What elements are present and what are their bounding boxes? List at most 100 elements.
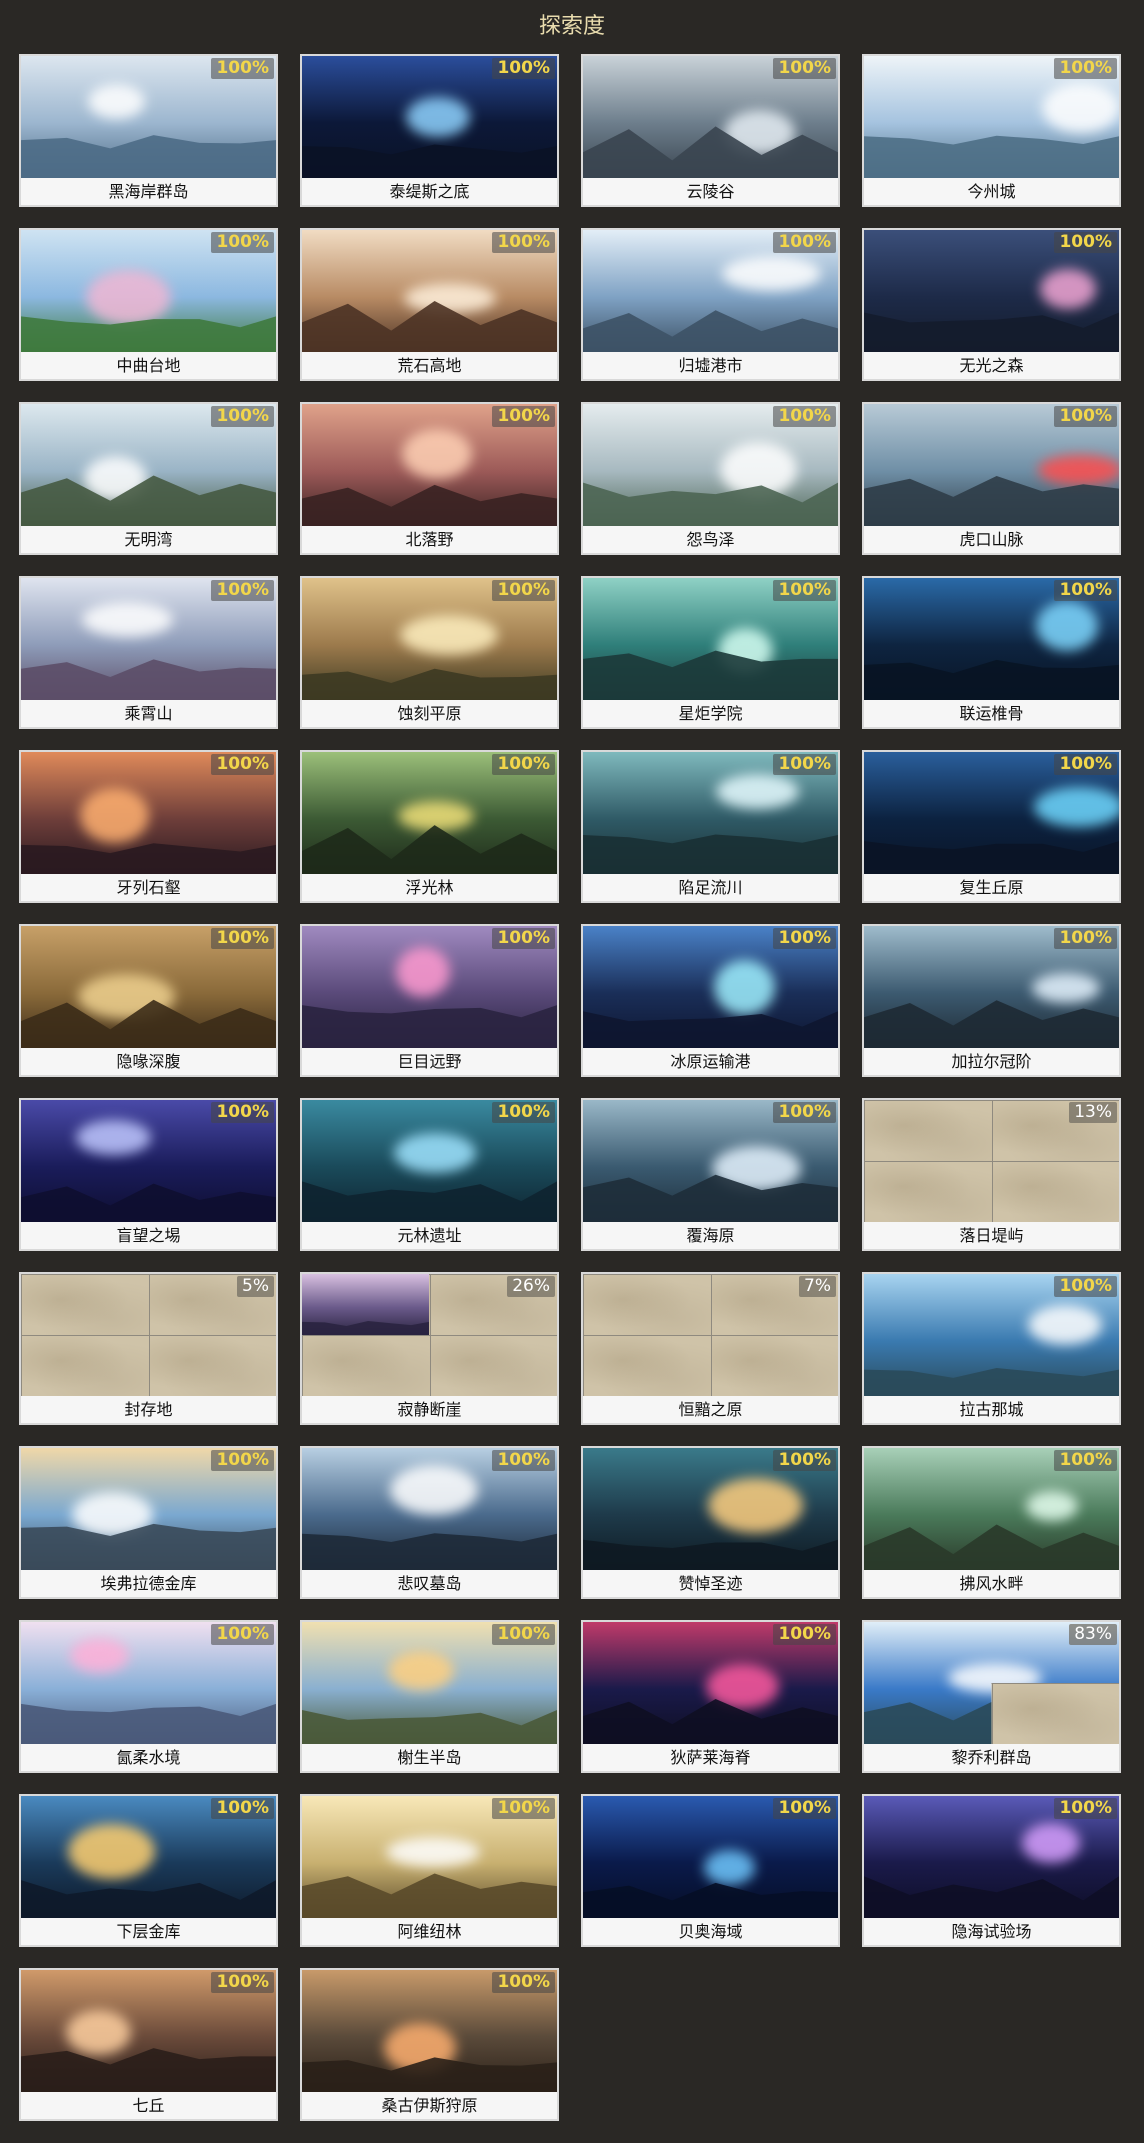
region-name: 复生丘原: [864, 874, 1119, 901]
region-name: 荒石高地: [302, 352, 557, 379]
region-card[interactable]: 100% 贝奥海域: [581, 1794, 840, 1947]
region-card[interactable]: 83% 黎乔利群岛: [862, 1620, 1121, 1773]
region-card[interactable]: 7% 恒黯之原: [581, 1272, 840, 1425]
region-name: 封存地: [21, 1396, 276, 1423]
region-card[interactable]: 100% 拉古那城: [862, 1272, 1121, 1425]
region-card[interactable]: 100% 泰缇斯之底: [300, 54, 559, 207]
region-thumbnail: 100%: [302, 404, 557, 526]
region-name: 隐喙深腹: [21, 1048, 276, 1075]
exploration-percent: 83%: [1069, 1624, 1117, 1645]
region-card[interactable]: 100% 复生丘原: [862, 750, 1121, 903]
artwork-highlight: [1028, 1305, 1102, 1345]
region-name: 怨鸟泽: [583, 526, 838, 553]
region-card[interactable]: 100% 赞悼圣迹: [581, 1446, 840, 1599]
region-card[interactable]: 100% 拂风水畔: [862, 1446, 1121, 1599]
region-card[interactable]: 100% 冰原运输港: [581, 924, 840, 1077]
region-thumbnail: 100%: [864, 1448, 1119, 1570]
region-card[interactable]: 100% 陷足流川: [581, 750, 840, 903]
region-thumbnail: 100%: [583, 578, 838, 700]
region-card[interactable]: 100% 黑海岸群岛: [19, 54, 278, 207]
region-card[interactable]: 100% 虎口山脉: [862, 402, 1121, 555]
region-card[interactable]: 100% 狄萨莱海脊: [581, 1620, 840, 1773]
region-card[interactable]: 100% 怨鸟泽: [581, 402, 840, 555]
region-thumbnail: 100%: [583, 1448, 838, 1570]
region-card[interactable]: 100% 盲望之埸: [19, 1098, 278, 1251]
region-card[interactable]: 13% 落日堤屿: [862, 1098, 1121, 1251]
region-card[interactable]: 100% 巨目远野: [300, 924, 559, 1077]
region-thumbnail: 13%: [864, 1100, 1119, 1222]
region-card[interactable]: 100% 乘霄山: [19, 576, 278, 729]
region-card[interactable]: 100% 桑古伊斯狩原: [300, 1968, 559, 2121]
region-thumbnail: 100%: [302, 230, 557, 352]
region-thumbnail: 100%: [864, 1796, 1119, 1918]
exploration-percent: 100%: [1054, 1798, 1117, 1819]
region-card[interactable]: 26% 寂静断崖: [300, 1272, 559, 1425]
region-card[interactable]: 100% 浮光林: [300, 750, 559, 903]
region-card[interactable]: 100% 下层金库: [19, 1794, 278, 1947]
region-card[interactable]: 100% 云陵谷: [581, 54, 840, 207]
region-name: 星炬学院: [583, 700, 838, 727]
artwork-highlight: [714, 960, 775, 1015]
region-name: 加拉尔冠阶: [864, 1048, 1119, 1075]
region-thumbnail: 100%: [864, 56, 1119, 178]
region-thumbnail: 100%: [864, 926, 1119, 1048]
artwork-highlight: [80, 788, 149, 843]
artwork-highlight: [402, 429, 472, 479]
region-card[interactable]: 100% 星炬学院: [581, 576, 840, 729]
region-name: 氤柔水境: [21, 1744, 276, 1771]
region-card[interactable]: 100% 七丘: [19, 1968, 278, 2121]
exploration-percent: 100%: [211, 58, 274, 79]
region-name: 贝奥海域: [583, 1918, 838, 1945]
region-thumbnail: 100%: [21, 1622, 276, 1744]
map-tile: [302, 1335, 431, 1396]
region-card[interactable]: 100% 悲叹墓岛: [300, 1446, 559, 1599]
region-card[interactable]: 100% 隐喙深腹: [19, 924, 278, 1077]
region-card[interactable]: 100% 无光之森: [862, 228, 1121, 381]
map-tile: [992, 1683, 1119, 1744]
region-card[interactable]: 100% 元林遗址: [300, 1098, 559, 1251]
region-name: 云陵谷: [583, 178, 838, 205]
region-card[interactable]: 5% 封存地: [19, 1272, 278, 1425]
exploration-percent: 100%: [1054, 58, 1117, 79]
region-thumbnail: 83%: [864, 1622, 1119, 1744]
exploration-percent: 100%: [492, 1624, 555, 1645]
region-thumbnail: 100%: [583, 926, 838, 1048]
exploration-percent: 5%: [237, 1276, 274, 1297]
artwork-highlight: [1042, 83, 1119, 133]
region-card[interactable]: 100% 覆海原: [581, 1098, 840, 1251]
region-card[interactable]: 100% 蚀刻平原: [300, 576, 559, 729]
region-card[interactable]: 100% 无明湾: [19, 402, 278, 555]
exploration-percent: 100%: [492, 232, 555, 253]
exploration-percent: 100%: [773, 754, 836, 775]
exploration-percent: 100%: [211, 232, 274, 253]
region-card[interactable]: 100% 加拉尔冠阶: [862, 924, 1121, 1077]
region-card[interactable]: 100% 氤柔水境: [19, 1620, 278, 1773]
region-thumbnail: 100%: [21, 1448, 276, 1570]
region-card[interactable]: 100% 埃弗拉德金库: [19, 1446, 278, 1599]
map-tile: [864, 1161, 993, 1222]
artwork-highlight: [1036, 601, 1098, 651]
region-grid: 100% 黑海岸群岛 100% 泰缇斯之底 100% 云陵谷 100% 今州城 100% 中曲台地…: [0, 0, 1144, 2143]
exploration-percent: 100%: [1054, 928, 1117, 949]
region-card[interactable]: 100% 牙列石壑: [19, 750, 278, 903]
exploration-percent: 100%: [492, 1972, 555, 1993]
region-card[interactable]: 100% 荒石高地: [300, 228, 559, 381]
exploration-percent: 100%: [211, 1798, 274, 1819]
region-card[interactable]: 100% 北落野: [300, 402, 559, 555]
exploration-percent: 100%: [492, 754, 555, 775]
artwork-highlight: [386, 1837, 480, 1867]
region-name: 无明湾: [21, 526, 276, 553]
artwork-highlight: [70, 1638, 129, 1673]
region-name: 无光之森: [864, 352, 1119, 379]
region-card[interactable]: 100% 中曲台地: [19, 228, 278, 381]
region-card[interactable]: 100% 归墟港市: [581, 228, 840, 381]
region-card[interactable]: 100% 阿维纽林: [300, 1794, 559, 1947]
region-card[interactable]: 100% 今州城: [862, 54, 1121, 207]
exploration-percent: 100%: [1054, 754, 1117, 775]
region-card[interactable]: 100% 榭生半岛: [300, 1620, 559, 1773]
region-name: 黑海岸群岛: [21, 178, 276, 205]
exploration-percent: 100%: [773, 1624, 836, 1645]
region-card[interactable]: 100% 联运椎骨: [862, 576, 1121, 729]
region-card[interactable]: 100% 隐海试验场: [862, 1794, 1121, 1947]
artwork-highlight: [704, 1850, 755, 1885]
